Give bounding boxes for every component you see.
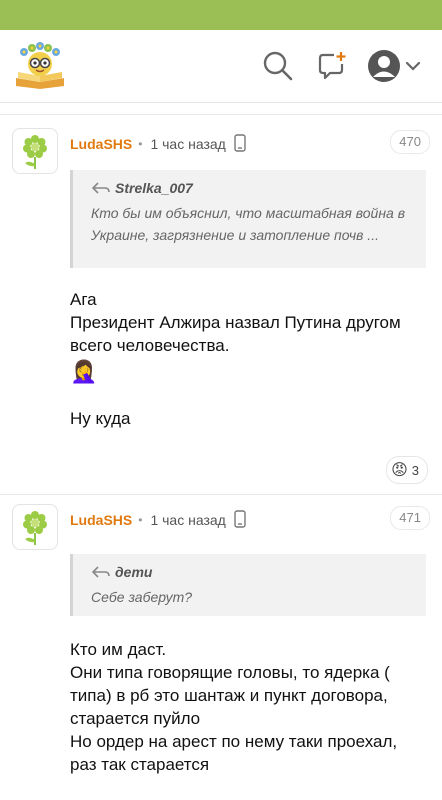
author-avatar[interactable] bbox=[12, 504, 58, 550]
comment-text-line: старается пуйло bbox=[70, 709, 201, 728]
reaction-count: 3 bbox=[411, 462, 419, 478]
mobile-device-icon bbox=[234, 509, 246, 531]
comment-body: Ага Президент Алжира назвал Путина друго… bbox=[70, 288, 430, 430]
facepalm-emoji: 🤦‍♀️ bbox=[70, 359, 98, 384]
divider bbox=[0, 114, 442, 115]
comment-text-line: Кто им даст. bbox=[70, 640, 167, 659]
comment-text-line: Но ордер на арест по нему таки проехал, bbox=[70, 732, 398, 751]
separator-dot: • bbox=[138, 137, 143, 151]
quote-line: Украине, загрязнение и затопление почв .… bbox=[91, 227, 379, 243]
user-menu-button[interactable] bbox=[366, 48, 426, 89]
reply-arrow-icon bbox=[91, 566, 110, 578]
quote-text: Себе заберут? bbox=[91, 586, 412, 608]
author-avatar[interactable] bbox=[12, 128, 58, 174]
comment-meta: LudaSHS • 1 час назад bbox=[70, 509, 246, 531]
divider bbox=[0, 494, 442, 495]
comment-text-line: Президент Алжира назвал Путина другом bbox=[70, 313, 401, 332]
comment-text-line: раз так старается bbox=[70, 755, 210, 774]
quote-line: Себе заберут? bbox=[91, 589, 193, 605]
comment-body: Кто им даст. Они типа говорящие головы, … bbox=[70, 638, 430, 776]
comment-text-line: типа) в рб это шантаж и пункт договора, bbox=[70, 686, 388, 705]
quote-author: дети bbox=[91, 564, 412, 580]
comment-text-line: Они типа говорящие головы, то ядерка ( bbox=[70, 663, 390, 682]
quote-text: Кто бы им объяснил, что масштабная война… bbox=[91, 202, 412, 246]
author-name[interactable]: LudaSHS bbox=[70, 512, 132, 528]
quoted-comment[interactable]: дети Себе заберут? bbox=[70, 554, 426, 616]
quote-line: Кто бы им объяснил, что масштабная война… bbox=[91, 205, 406, 221]
quote-author-name: дети bbox=[115, 564, 153, 580]
status-bar bbox=[0, 0, 442, 30]
search-icon[interactable] bbox=[262, 50, 294, 87]
quote-author-name: Strelka_007 bbox=[115, 180, 193, 196]
site-logo[interactable] bbox=[12, 42, 68, 90]
comment-number[interactable]: 471 bbox=[390, 506, 430, 530]
reaction-badge[interactable]: 😡 3 bbox=[386, 456, 428, 484]
comment-text-line: всего человечества. bbox=[70, 336, 230, 355]
comment-number[interactable]: 470 bbox=[390, 130, 430, 154]
angry-face-icon: 😡 bbox=[391, 462, 408, 479]
comment-time: 1 час назад bbox=[150, 512, 226, 528]
comment-text-line: Ну куда bbox=[70, 409, 131, 428]
quoted-comment[interactable]: Strelka_007 Кто бы им объяснил, что масш… bbox=[70, 170, 426, 268]
comment-meta: LudaSHS • 1 час назад bbox=[70, 133, 246, 155]
quote-author: Strelka_007 bbox=[91, 180, 412, 196]
comment-text-line: Ага bbox=[70, 290, 97, 309]
comment-time: 1 час назад bbox=[150, 136, 226, 152]
separator-dot: • bbox=[138, 513, 143, 527]
new-post-icon[interactable] bbox=[316, 50, 348, 87]
reply-arrow-icon bbox=[91, 182, 110, 194]
mobile-device-icon bbox=[234, 133, 246, 155]
app-header bbox=[0, 30, 442, 103]
author-name[interactable]: LudaSHS bbox=[70, 136, 132, 152]
